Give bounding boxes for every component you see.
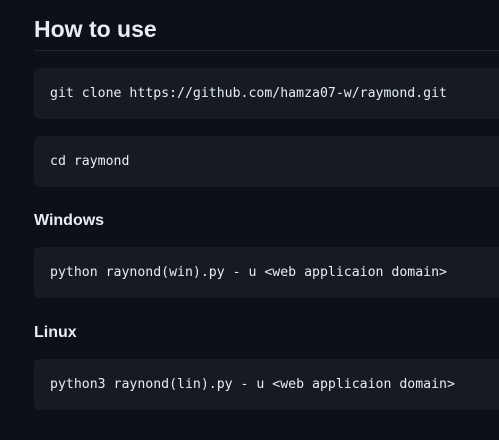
code-text-cd[interactable]: cd raymond: [50, 136, 129, 187]
code-text-clone[interactable]: git clone https://github.com/hamza07-w/r…: [50, 68, 447, 119]
code-block-windows-run[interactable]: python raynond(win).py - u <web applicai…: [34, 247, 499, 298]
subheading-windows: Windows: [34, 212, 105, 229]
subheading-linux: Linux: [34, 324, 77, 341]
code-block-linux-run[interactable]: python3 raynond(lin).py - u <web applica…: [34, 359, 499, 410]
readme-content: How to use git clone https://github.com/…: [0, 0, 499, 440]
section-heading-how-to-use: How to use: [34, 16, 157, 42]
code-block-cd[interactable]: cd raymond: [34, 136, 499, 187]
code-text-linux-run[interactable]: python3 raynond(lin).py - u <web applica…: [50, 359, 455, 410]
code-text-windows-run[interactable]: python raynond(win).py - u <web applicai…: [50, 247, 447, 298]
code-block-clone[interactable]: git clone https://github.com/hamza07-w/r…: [34, 68, 499, 119]
heading-divider: [34, 50, 499, 51]
